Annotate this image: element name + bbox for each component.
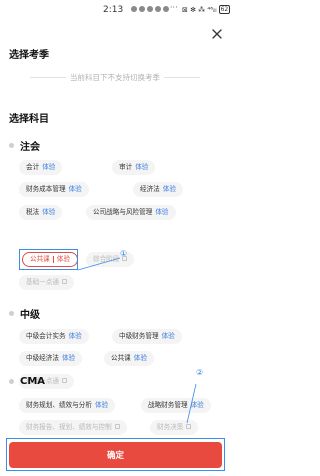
trial-tag: 体验: [190, 401, 204, 409]
subject-label: 中级经济法: [26, 354, 59, 362]
subject-label: 中级财务管理: [119, 332, 159, 340]
bullet-icon: [9, 311, 14, 316]
trial-tag: 体验: [161, 332, 175, 340]
subject-label: 战略财务管理: [148, 401, 188, 409]
trial-tag: 体验: [155, 208, 169, 216]
subject-chip-intermediate-accounting[interactable]: 中级会计实务 体验: [19, 329, 89, 344]
subject-label: 公共课: [111, 354, 131, 362]
subject-chip-intermediate-law[interactable]: 中级经济法 体验: [19, 351, 83, 366]
lock-icon: [61, 278, 67, 284]
status-time: 2:13: [103, 5, 124, 15]
group-title-label: 中级: [20, 310, 40, 321]
status-bar: 2:13 ··· ⊠ ✻ ⁂ ⁴⁶ᵢₗₗ 62: [0, 0, 231, 19]
subject-label: 税法: [26, 208, 40, 216]
subject-chip-accounting[interactable]: 会计 体验: [19, 160, 63, 175]
season-notice: 当前科目下不支持切换考季: [30, 72, 200, 83]
group-title-label: CMA: [20, 376, 46, 387]
trial-tag: 体验: [162, 185, 176, 193]
subject-chip-cma-planning[interactable]: 财务规划、绩效与分析 体验: [19, 398, 116, 413]
trial-tag: 体验: [135, 163, 149, 171]
subjects-title: 选择科目: [9, 114, 49, 125]
subject-chip-financial-cost[interactable]: 财务成本管理 体验: [19, 182, 89, 197]
subject-label: 经济法: [140, 185, 160, 193]
battery-icon: 62: [218, 5, 231, 14]
trial-tag: 体验: [133, 354, 147, 362]
notification-dot-icon: [163, 6, 169, 12]
notification-dot-icon: [147, 6, 153, 12]
trial-tag: 体验: [68, 332, 82, 340]
subject-label: 财务规划、绩效与分析: [26, 401, 92, 409]
bullet-icon: [9, 379, 14, 384]
signal-icons: ⊠ ✻ ⁂ ⁴⁶ᵢₗₗ: [182, 5, 217, 14]
subject-chip-cma-strategy[interactable]: 战略财务管理 体验: [141, 398, 211, 413]
group-title-label: 注会: [20, 142, 40, 153]
lock-icon: [61, 377, 67, 383]
notification-dot-icon: [139, 6, 145, 12]
subject-label: 基础一点通: [26, 278, 59, 286]
subject-label: 公司战略与风险管理: [93, 208, 153, 216]
lock-icon: [186, 423, 192, 429]
subject-label: 综合阶段: [93, 255, 120, 263]
trial-tag: 体验: [42, 163, 56, 171]
notification-dot-icon: [131, 6, 137, 12]
trial-tag: 体验: [94, 401, 109, 409]
status-more-icon: ···: [170, 3, 178, 12]
trial-tag: 体验: [42, 208, 56, 216]
annotation-marker-two: ②: [196, 368, 204, 377]
annotation-marker-one: ①: [120, 249, 128, 258]
subject-label: 财务报告、规划、绩效与控制: [26, 423, 112, 431]
subject-chip-cma-reporting[interactable]: 财务报告、规划、绩效与控制: [19, 420, 127, 435]
subject-label: 会计: [26, 163, 40, 171]
trial-tag: 体验: [61, 354, 76, 362]
subject-chip-audit[interactable]: 审计 体验: [112, 160, 156, 175]
subject-chip-cma-decision[interactable]: 财务决策: [150, 420, 199, 435]
page-title: 选择考季: [9, 50, 49, 61]
status-right: ⊠ ✻ ⁂ ⁴⁶ᵢₗₗ 62: [182, 5, 231, 14]
subject-chip-basics[interactable]: 基础一点通: [19, 275, 74, 290]
subject-label: 中级会计实务: [26, 332, 66, 340]
notice-text: 当前科目下不支持切换考季: [70, 73, 160, 82]
divider: [30, 77, 66, 78]
notification-dot-icon: [155, 6, 161, 12]
lock-icon: [114, 423, 120, 429]
chip-separator: [52, 255, 54, 263]
group-title-cpa: 注会: [9, 138, 40, 153]
subject-label: 财务决策: [157, 423, 184, 431]
subject-chip-economic-law[interactable]: 经济法 体验: [133, 182, 183, 197]
trial-tag: 体验: [68, 185, 82, 193]
bullet-icon: [9, 143, 14, 148]
subject-label: 财务成本管理: [26, 185, 66, 193]
confirm-button[interactable]: 确定: [9, 442, 222, 468]
divider: [164, 77, 200, 78]
group-title-cma: CMA: [9, 376, 45, 387]
subject-chip-public-course[interactable]: 公共课 体验: [22, 252, 78, 267]
subject-chip-intermediate-public[interactable]: 公共课 体验: [104, 351, 154, 366]
subject-label: 审计: [119, 163, 133, 171]
subject-chip-intermediate-finance[interactable]: 中级财务管理 体验: [112, 329, 182, 344]
close-icon[interactable]: [211, 28, 223, 40]
subject-label: 公共课: [30, 255, 50, 263]
trial-tag: 体验: [56, 255, 70, 263]
subject-chip-strategy[interactable]: 公司战略与风险管理 体验: [86, 205, 176, 220]
notification-icons: [131, 6, 169, 12]
group-title-intermediate: 中级: [9, 306, 40, 321]
subject-chip-tax-law[interactable]: 税法 体验: [19, 205, 63, 220]
